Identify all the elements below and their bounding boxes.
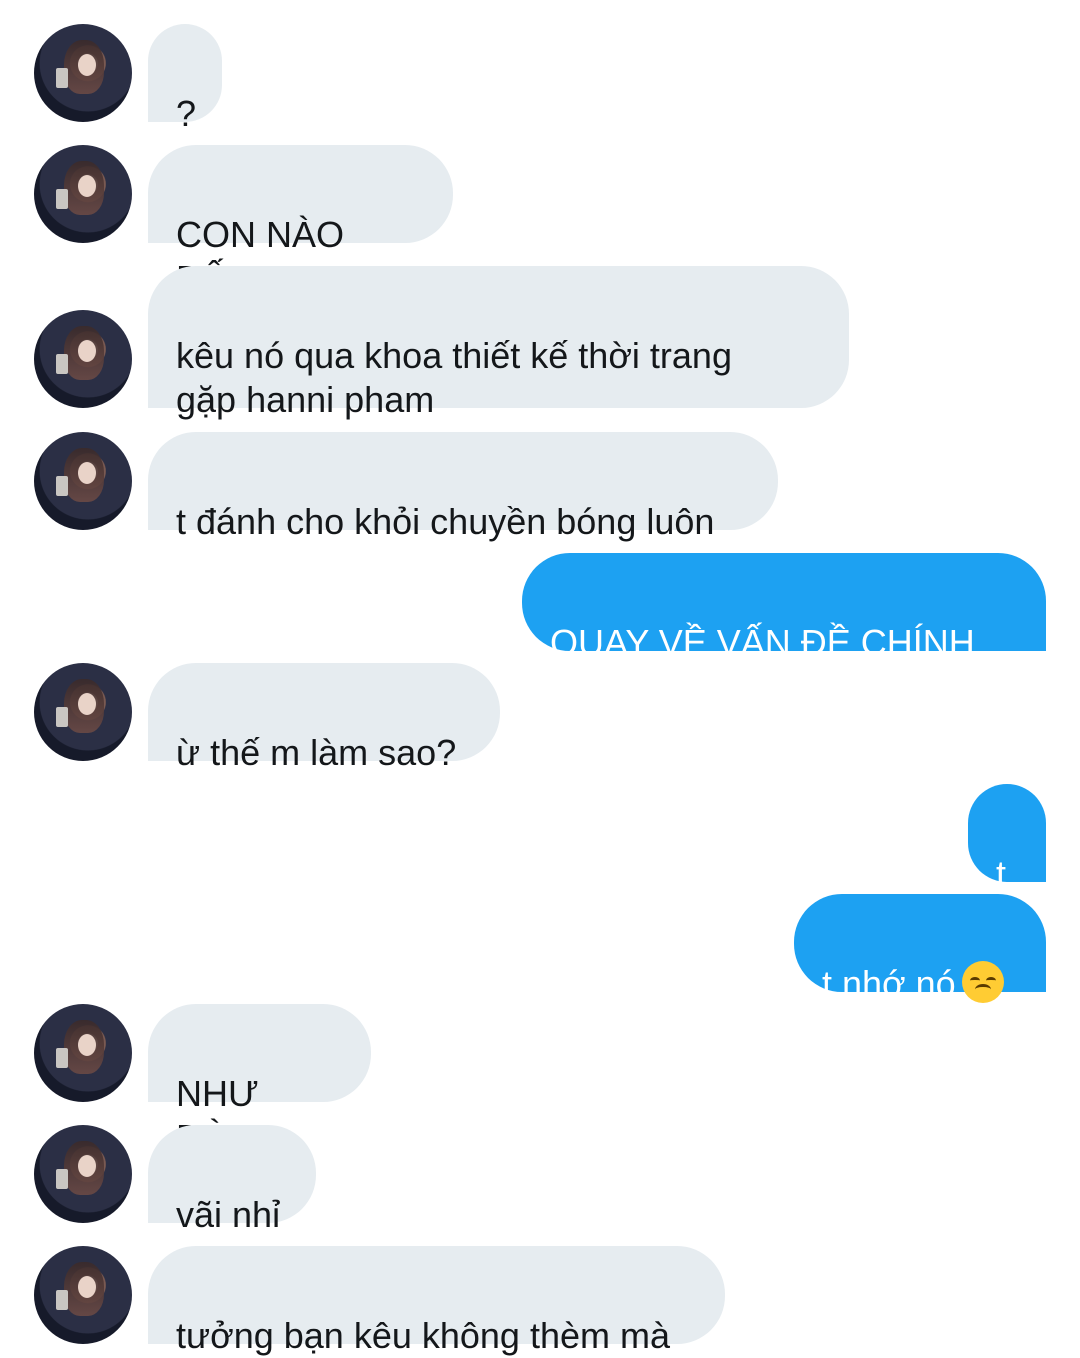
- message-text: QUAY VỀ VẤN ĐỀ CHÍNH ĐI: [550, 622, 975, 707]
- contact-avatar[interactable]: [34, 1125, 132, 1223]
- avatar-face: [78, 1276, 96, 1298]
- avatar-phone: [56, 1169, 68, 1189]
- avatar-face: [78, 1155, 96, 1177]
- contact-avatar[interactable]: [34, 310, 132, 408]
- avatar-phone: [56, 1290, 68, 1310]
- message-bubble-incoming[interactable]: kêu nó qua khoa thiết kế thời trang gặp …: [148, 266, 849, 420]
- contact-avatar[interactable]: [34, 145, 132, 243]
- avatar-phone: [56, 707, 68, 727]
- message-bubble-incoming[interactable]: ừ thế m làm sao?: [148, 663, 500, 773]
- message-bubble-outgoing[interactable]: QUAY VỀ VẤN ĐỀ CHÍNH ĐI: [522, 553, 1046, 707]
- message-text: t: [996, 853, 1007, 894]
- message-bubble-incoming[interactable]: tưởng bạn kêu không thèm mà: [148, 1246, 725, 1356]
- message-bubble-incoming[interactable]: NHƯ ĐÙA: [148, 1004, 371, 1158]
- avatar-face: [78, 54, 96, 76]
- avatar-phone: [56, 354, 68, 374]
- avatar-face: [78, 1034, 96, 1056]
- contact-avatar[interactable]: [34, 1246, 132, 1344]
- avatar-face: [78, 175, 96, 197]
- avatar-phone: [56, 68, 68, 88]
- message-bubble-outgoing[interactable]: t: [968, 784, 1046, 894]
- message-text: ?: [176, 93, 197, 134]
- message-bubble-incoming[interactable]: vãi nhỉ: [148, 1125, 316, 1235]
- message-bubble-incoming[interactable]: t đánh cho khỏi chuyền bóng luôn: [148, 432, 778, 542]
- avatar-phone: [56, 1048, 68, 1068]
- message-text: ừ thế m làm sao?: [176, 732, 457, 773]
- avatar-face: [78, 340, 96, 362]
- avatar-phone: [56, 476, 68, 496]
- message-text: vãi nhỉ: [176, 1194, 281, 1235]
- message-text: tưởng bạn kêu không thèm mà: [176, 1315, 670, 1356]
- message-text: kêu nó qua khoa thiết kế thời trang gặp …: [176, 335, 732, 420]
- disappointed-face-emoji-icon: [961, 961, 1004, 1004]
- message-bubble-incoming[interactable]: ?: [148, 24, 222, 134]
- contact-avatar[interactable]: [34, 24, 132, 122]
- message-bubble-outgoing[interactable]: t nhớ nó: [794, 894, 1046, 1004]
- message-bubble-incoming[interactable]: CON NÀO ĐẤY: [148, 145, 453, 299]
- contact-avatar[interactable]: [34, 663, 132, 761]
- contact-avatar[interactable]: [34, 432, 132, 530]
- avatar-face: [78, 693, 96, 715]
- contact-avatar[interactable]: [34, 1004, 132, 1102]
- message-text: t đánh cho khỏi chuyền bóng luôn: [176, 501, 715, 542]
- avatar-face: [78, 462, 96, 484]
- avatar-phone: [56, 189, 68, 209]
- message-text: t nhớ nó: [822, 963, 956, 1004]
